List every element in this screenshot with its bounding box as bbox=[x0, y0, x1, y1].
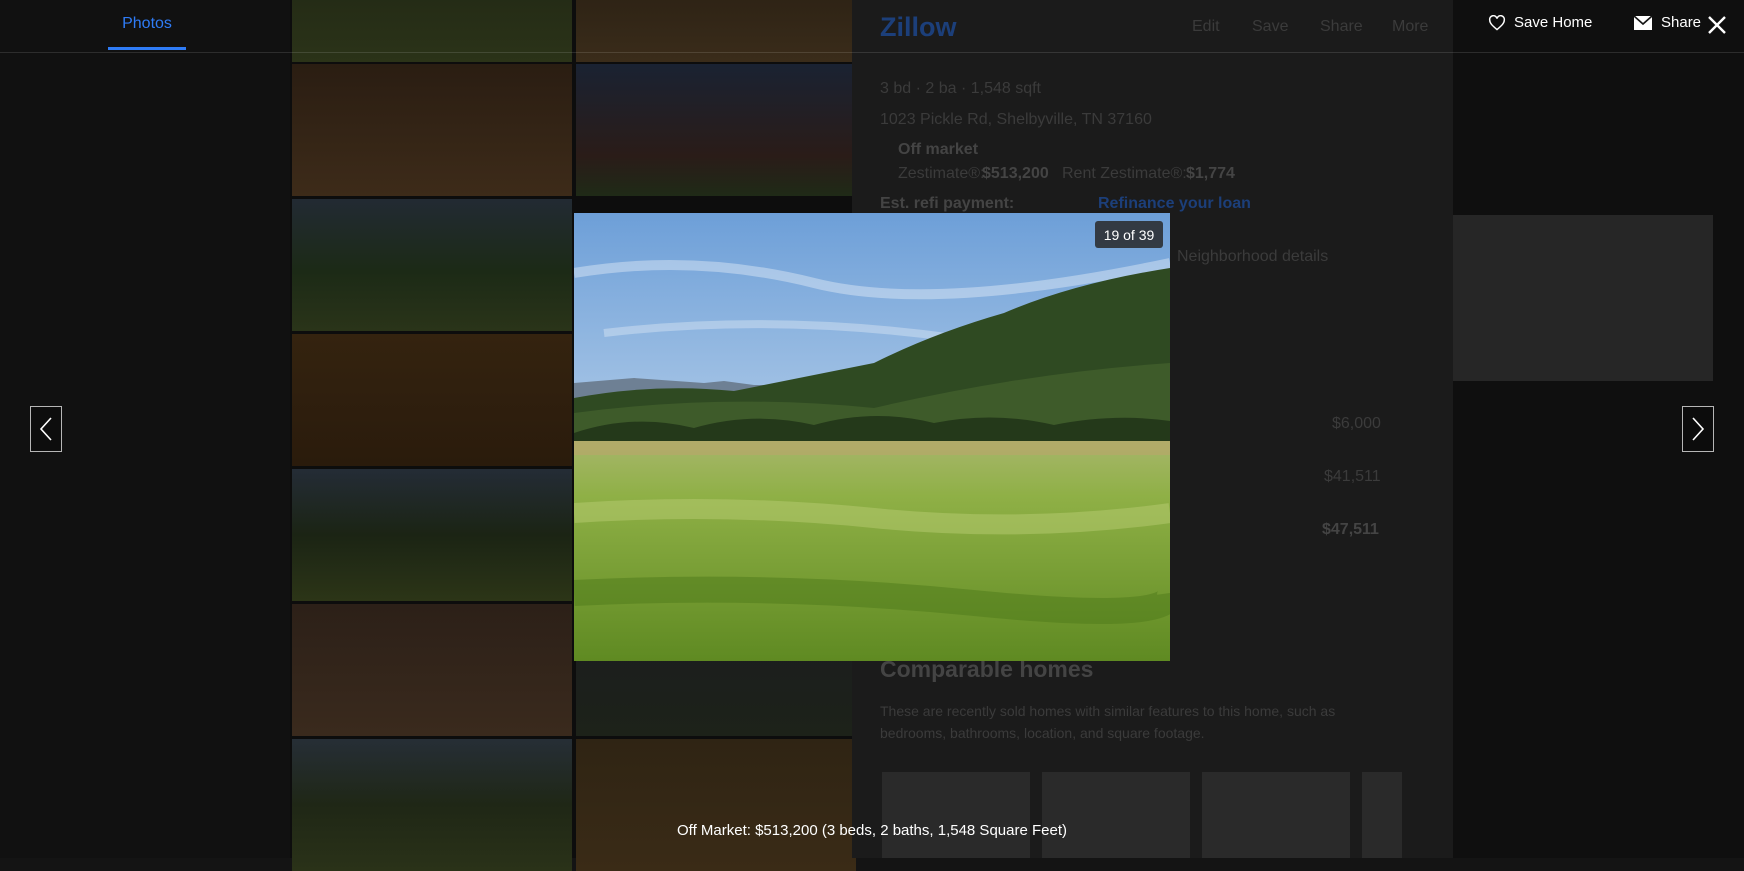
zestimate-value: $513,200 bbox=[982, 165, 1049, 182]
envelope-icon bbox=[1633, 14, 1653, 30]
photo-caption: Off Market: $513,200 (3 beds, 2 baths, 1… bbox=[677, 822, 1067, 839]
tab-photos[interactable]: Photos bbox=[108, 0, 186, 50]
zestimate-label: Zestimate®: bbox=[898, 165, 985, 182]
thumbnail[interactable] bbox=[292, 739, 572, 871]
photo-counter: 19 of 39 bbox=[1095, 221, 1163, 248]
promo-card bbox=[1453, 215, 1713, 381]
comparable-card bbox=[882, 772, 1030, 858]
value-row-total: $47,511 bbox=[1322, 521, 1379, 538]
chevron-left-icon bbox=[39, 417, 52, 441]
comparable-cards bbox=[882, 772, 1402, 858]
neighborhood-link: Neighborhood details bbox=[1177, 248, 1329, 265]
save-home-button[interactable]: Save Home bbox=[1488, 14, 1592, 31]
rent-zestimate-value: $1,774 bbox=[1186, 165, 1235, 182]
thumbnail[interactable] bbox=[292, 469, 572, 601]
close-button[interactable] bbox=[1706, 14, 1728, 36]
close-icon bbox=[1708, 16, 1726, 34]
value-row-2: $41,511 bbox=[1324, 468, 1381, 485]
thumbnail[interactable] bbox=[292, 64, 572, 196]
thumbnail[interactable] bbox=[292, 604, 572, 736]
thumbnail[interactable] bbox=[576, 739, 856, 871]
rent-zestimate-label: Rent Zestimate®: bbox=[1062, 165, 1187, 182]
home-address: 1023 Pickle Rd, Shelbyville, TN 37160 bbox=[880, 111, 1152, 128]
share-label: Share bbox=[1661, 14, 1702, 31]
photo-viewer-topbar: Photos Save Home Share bbox=[0, 0, 1744, 53]
share-button[interactable]: Share bbox=[1633, 14, 1701, 31]
home-facts: 3 bd · 2 ba · 1,548 sqft bbox=[880, 80, 1041, 97]
refi-label: Est. refi payment: bbox=[880, 195, 1015, 212]
comparable-card bbox=[1042, 772, 1190, 858]
comparable-card bbox=[1362, 772, 1402, 858]
thumbnail[interactable] bbox=[292, 199, 572, 331]
main-photo bbox=[574, 213, 1170, 661]
comparable-homes-desc: These are recently sold homes with simil… bbox=[880, 703, 1336, 741]
save-home-label: Save Home bbox=[1514, 14, 1593, 31]
market-status: Off market bbox=[898, 141, 979, 158]
next-photo-button[interactable] bbox=[1682, 406, 1714, 452]
chevron-right-icon bbox=[1692, 417, 1705, 441]
field-landscape-image bbox=[574, 213, 1170, 661]
thumbnail[interactable] bbox=[576, 64, 856, 196]
previous-photo-button[interactable] bbox=[30, 406, 62, 452]
value-row-1: $6,000 bbox=[1332, 415, 1381, 432]
thumbnail[interactable] bbox=[292, 334, 572, 466]
comparable-card bbox=[1202, 772, 1350, 858]
heart-icon bbox=[1488, 14, 1506, 31]
refinance-link: Refinance your loan bbox=[1098, 195, 1251, 212]
